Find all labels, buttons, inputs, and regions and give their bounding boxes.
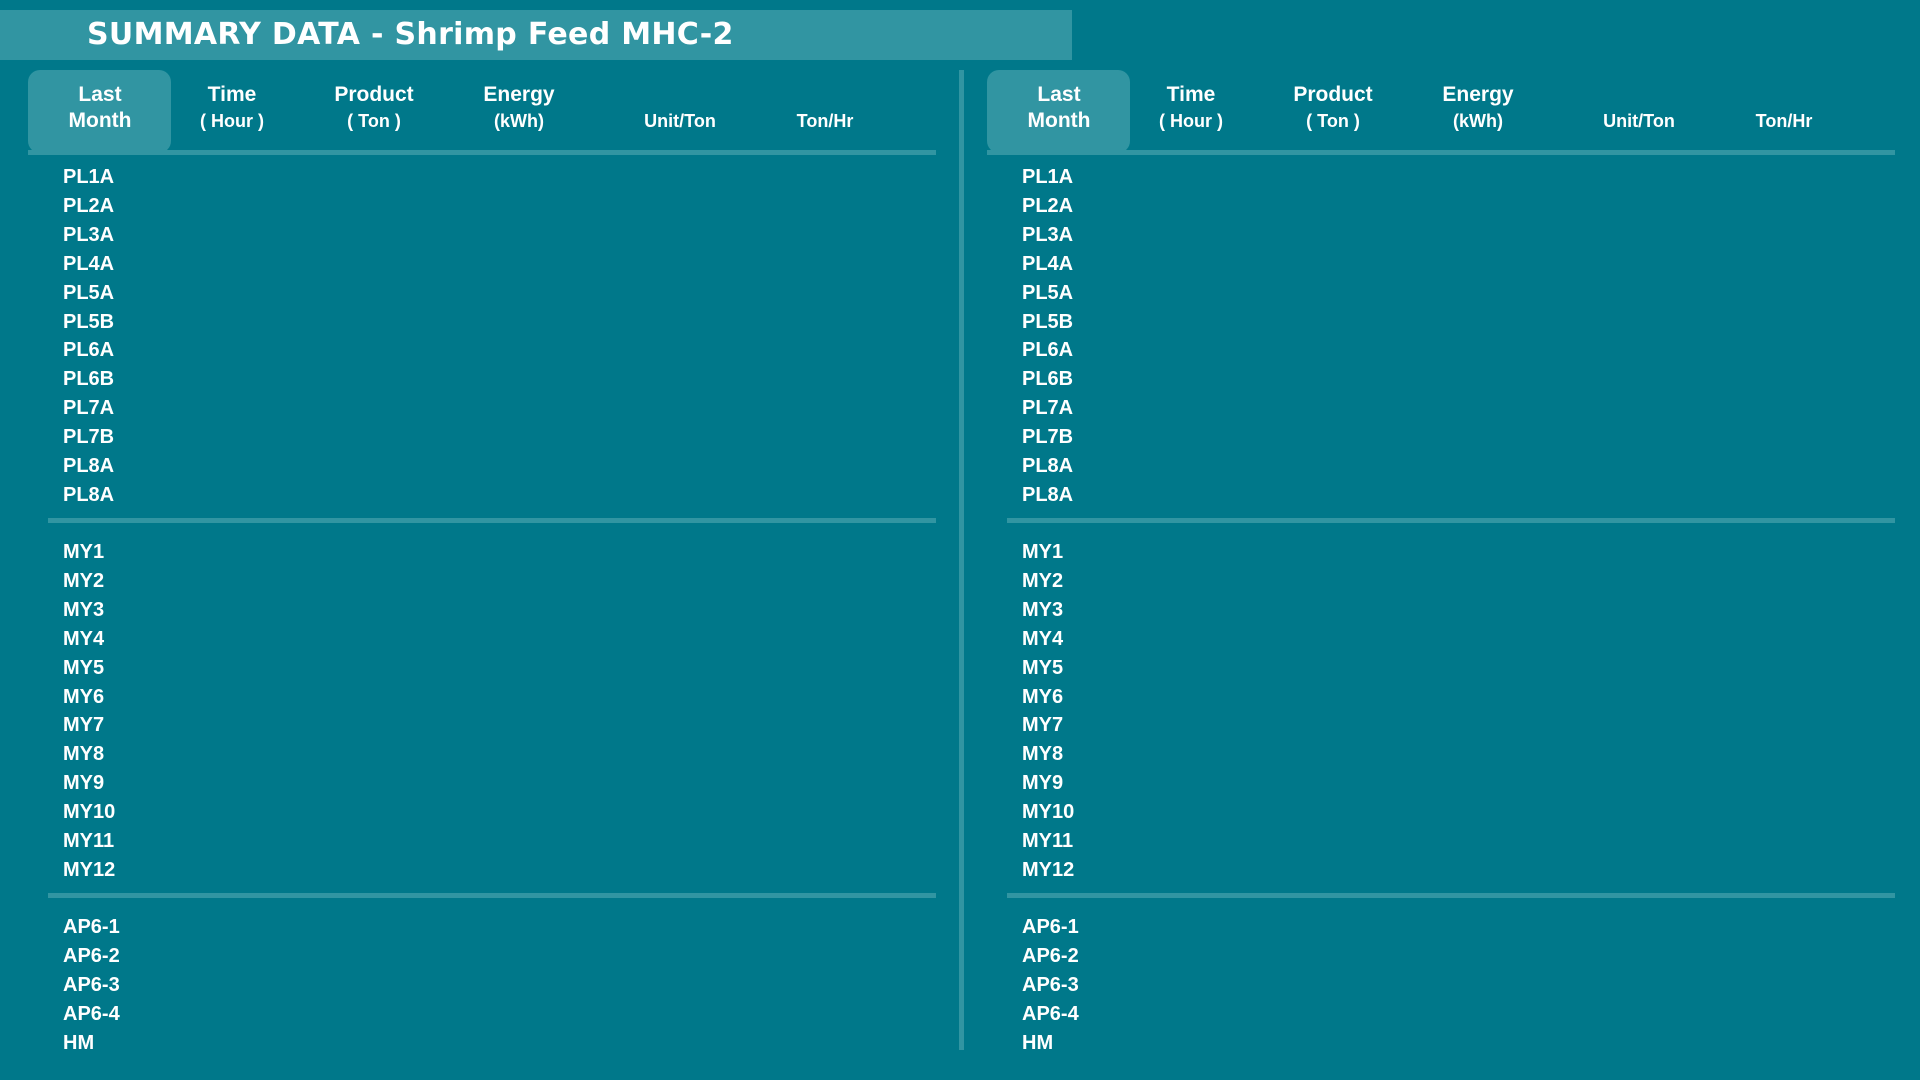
row-label: MY2 [1022,569,1064,592]
row-label: MY11 [1022,830,1074,852]
row-label: PL8A [1022,483,1074,506]
row-label: PL6B [63,368,115,391]
column-header-line2: ( Hour ) [200,111,264,131]
row-label: PL6B [1022,368,1074,391]
column-header: Product ( Ton ) [294,82,454,134]
row-label: MY11 [63,830,115,852]
column-header-line1 [600,82,760,108]
column-header-line2: ( Ton ) [347,111,401,131]
column-header: Unit/Ton [600,82,760,134]
summary-panel-right: Last Month Time( Hour ) Product( Ton ) Energ… [959,0,1899,1080]
row-label: MY12 [1022,858,1075,881]
row-label: PL7A [1022,397,1074,420]
column-header: Time ( Hour ) [1111,82,1271,134]
column-header-line1: Energy [1442,83,1514,106]
row-label: PL6A [1022,339,1074,362]
column-header-line2: Unit/Ton [1603,111,1675,131]
column-header: Energy (kWh) [1398,82,1558,134]
row-label: AP6-3 [63,973,120,996]
row-label: MY10 [1022,801,1075,824]
row-label: MY8 [1022,743,1064,766]
row-label: PL3A [1022,223,1074,246]
column-header: Energy (kWh) [439,82,599,134]
group-divider [1007,518,1895,523]
row-label: AP6-2 [1022,944,1079,967]
row-label: AP6-4 [1022,1002,1079,1025]
header-divider [987,150,1895,155]
row-label: PL2A [1022,194,1074,217]
column-header-line1: Time [207,83,257,106]
row-label: HM [1022,1031,1054,1054]
column-header-line1: Energy [483,83,555,106]
row-label: AP6-1 [1022,916,1079,938]
row-label: PL5B [1022,310,1074,333]
row-label: PL6A [63,339,115,362]
column-header: Ton/Hr [1704,82,1864,134]
row-label: PL3A [63,223,115,246]
column-header-line2: (kWh) [494,111,544,131]
row-label: MY1 [63,541,105,563]
row-label: AP6-1 [63,916,120,938]
row-label: PL7B [63,426,115,449]
row-label: MY1 [1022,541,1064,563]
column-header-line2: Ton/Hr [796,111,854,131]
column-header: Unit/Ton [1559,82,1719,134]
column-header-line2: ( Hour ) [1159,111,1223,131]
row-label: MY10 [63,801,116,824]
row-label: PL4A [1022,252,1074,275]
row-label: MY7 [63,714,105,737]
column-header-line1: Product [334,83,414,106]
row-label: MY5 [1022,656,1064,679]
row-label: AP6-2 [63,944,120,967]
row-label: PL7B [1022,426,1074,449]
row-label: PL1A [1022,166,1074,188]
row-label: PL8A [63,483,115,506]
row-label: PL8A [1022,455,1074,477]
row-label: MY12 [63,858,116,881]
group-divider [48,893,936,898]
column-header-line1 [1559,82,1719,108]
column-header-line1 [1704,82,1864,108]
row-label: MY7 [1022,714,1064,737]
row-label: MY9 [1022,772,1064,795]
header-divider [28,150,936,155]
row-label: MY4 [63,627,105,650]
row-label: MY5 [63,656,105,679]
column-header-line2: Unit/Ton [644,111,716,131]
row-label: PL5A [63,281,115,304]
column-header-line2: Ton/Hr [1755,111,1813,131]
column-header-line2: ( Ton ) [1306,111,1360,131]
group-divider [48,518,936,523]
row-label: MY3 [63,598,105,621]
row-label: PL4A [63,252,115,275]
column-header-line1 [745,82,905,108]
row-label: HM [63,1031,95,1054]
row-label: PL1A [63,166,115,188]
row-label: MY6 [63,685,105,708]
row-label: AP6-4 [63,1002,120,1025]
row-label: MY6 [1022,685,1064,708]
column-header-line1: Time [1166,83,1216,106]
row-label: MY4 [1022,627,1064,650]
column-header-line1: Product [1293,83,1373,106]
row-label: AP6-3 [1022,973,1079,996]
column-header: Time ( Hour ) [152,82,312,134]
column-header-line2: (kWh) [1453,111,1503,131]
column-header: Ton/Hr [745,82,905,134]
row-label: PL8A [63,455,115,477]
row-label: MY2 [63,569,105,592]
row-label: PL7A [63,397,115,420]
row-label: PL5A [1022,281,1074,304]
row-label: MY3 [1022,598,1064,621]
row-label: PL2A [63,194,115,217]
row-label: PL5B [63,310,115,333]
row-label: MY9 [63,772,105,795]
summary-panel-left: Last Month Time( Hour ) Product( Ton ) Energ… [0,0,940,1080]
group-divider [1007,893,1895,898]
row-label: MY8 [63,743,105,766]
column-header: Product ( Ton ) [1253,82,1413,134]
